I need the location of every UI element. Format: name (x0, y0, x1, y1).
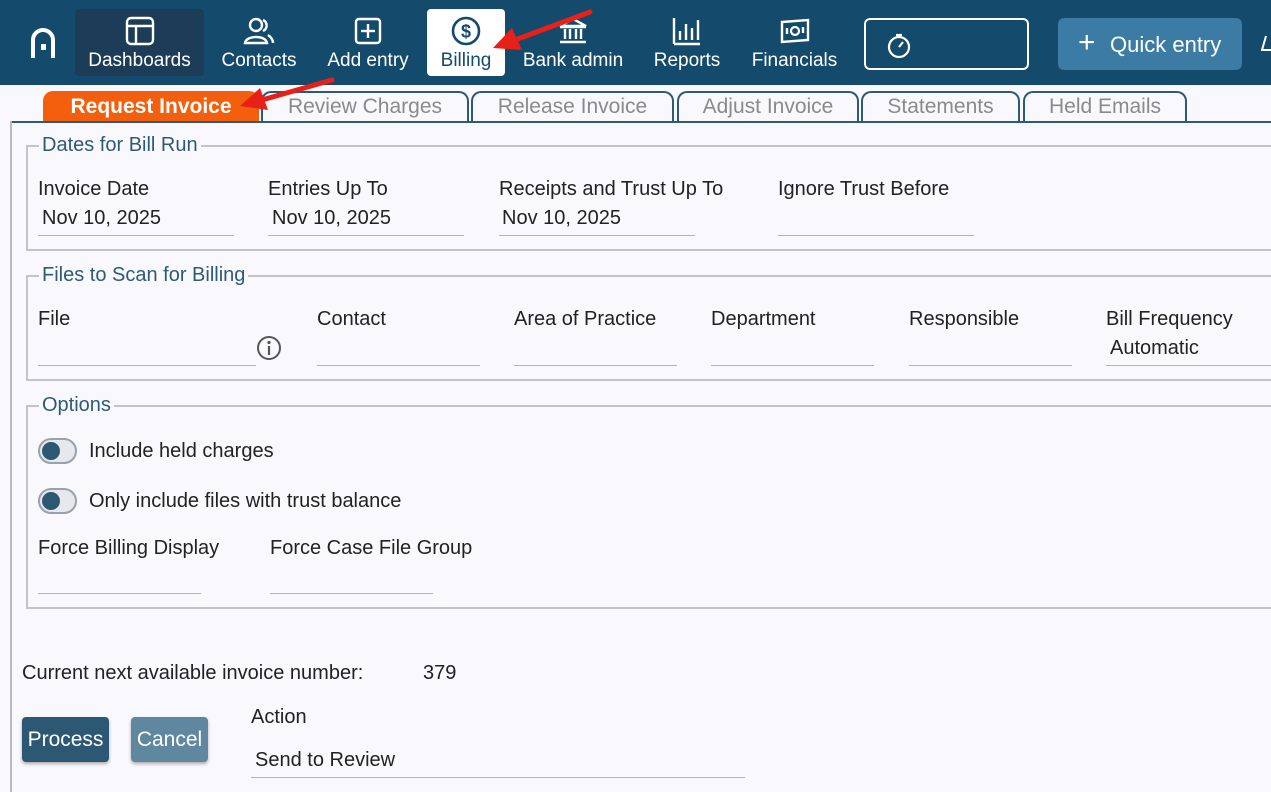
force-billing-display-label: Force Billing Display (38, 537, 220, 559)
nav-reports[interactable]: Reports (647, 9, 727, 76)
bill-frequency-field[interactable]: Automatic (1110, 337, 1199, 360)
toggle-knob (42, 492, 60, 510)
nav-add-entry[interactable]: Add entry (322, 9, 414, 76)
only-trust-balance-label: Only include files with trust balance (89, 490, 402, 512)
receipts-trust-up-to-label: Receipts and Trust Up To (499, 178, 724, 200)
field-underline (778, 235, 974, 236)
field-underline (38, 365, 256, 366)
department-label: Department (711, 308, 816, 330)
tab-adjust-invoice[interactable]: Adjust Invoice (677, 91, 859, 123)
tab-divider (10, 121, 1271, 123)
next-invoice-number: 379 (423, 662, 457, 684)
tab-request-invoice[interactable]: Request Invoice (43, 91, 259, 123)
ignore-trust-before-label: Ignore Trust Before (778, 178, 950, 200)
entries-up-to-field[interactable]: Nov 10, 2025 (272, 207, 391, 230)
field-underline (38, 235, 234, 236)
field-underline (270, 593, 433, 594)
invoice-date-field[interactable]: Nov 10, 2025 (42, 207, 161, 230)
field-underline (38, 593, 201, 594)
action-label: Action (251, 706, 307, 728)
bank-icon (559, 17, 587, 44)
quick-entry-button[interactable]: + Quick entry (1058, 18, 1242, 70)
field-underline (514, 365, 677, 366)
financials-icon (780, 18, 809, 44)
only-trust-balance-toggle[interactable] (38, 488, 77, 514)
invoice-date-label: Invoice Date (38, 178, 150, 200)
nav-label: Reports (653, 50, 721, 71)
entries-up-to-label: Entries Up To (268, 178, 388, 200)
process-button[interactable]: Process (22, 717, 109, 762)
nav-financials[interactable]: Financials (747, 9, 842, 76)
field-underline (251, 777, 745, 778)
nav-billing[interactable]: $ Billing (427, 9, 505, 76)
quick-entry-label: Quick entry (1110, 32, 1222, 57)
tab-release-invoice[interactable]: Release Invoice (471, 91, 674, 123)
contact-label: Contact (317, 308, 386, 330)
nav-label: Contacts (221, 50, 297, 71)
field-underline (711, 365, 874, 366)
nav-label: Bank admin (522, 50, 624, 71)
receipts-trust-up-to-field[interactable]: Nov 10, 2025 (502, 207, 621, 230)
area-of-practice-label: Area of Practice (514, 308, 657, 330)
field-underline (499, 235, 695, 236)
action-select[interactable]: Send to Review (255, 749, 395, 772)
responsible-label: Responsible (909, 308, 1020, 330)
add-entry-icon (354, 17, 382, 45)
dashboard-icon (125, 16, 154, 46)
field-underline (317, 365, 480, 366)
file-label: File (38, 308, 71, 330)
force-case-file-group-label: Force Case File Group (270, 537, 473, 559)
toggle-knob (42, 442, 60, 460)
billing-tabs: Request Invoice Review Charges Release I… (0, 85, 1271, 123)
info-icon[interactable] (256, 335, 282, 361)
field-underline (1106, 365, 1271, 366)
top-navigation-bar: Dashboards Contacts Add entry $ Billing (0, 0, 1271, 85)
cancel-button[interactable]: Cancel (131, 717, 208, 762)
svg-text:$: $ (461, 22, 471, 42)
next-invoice-label: Current next available invoice number: (22, 662, 364, 684)
tab-held-emails[interactable]: Held Emails (1023, 91, 1187, 123)
app-logo-icon[interactable] (28, 26, 58, 60)
nav-label: Financials (751, 50, 838, 71)
nav-label: Dashboards (88, 50, 191, 71)
contacts-icon (243, 17, 275, 45)
section-legend: Dates for Bill Run (39, 132, 201, 158)
nav-label: Billing (440, 50, 492, 71)
stopwatch-icon (887, 33, 911, 59)
notification-icon[interactable] (1261, 34, 1271, 54)
timer-widget[interactable] (864, 18, 1029, 70)
field-underline (268, 235, 464, 236)
section-legend: Options (39, 392, 114, 418)
nav-label: Add entry (327, 50, 409, 71)
reports-icon (672, 18, 700, 46)
nav-bank-admin[interactable]: Bank admin (518, 9, 628, 76)
include-held-charges-label: Include held charges (89, 440, 274, 462)
nav-dashboards[interactable]: Dashboards (75, 9, 204, 76)
billing-icon: $ (451, 16, 481, 46)
bill-frequency-label: Bill Frequency (1106, 308, 1233, 330)
tab-statements[interactable]: Statements (861, 91, 1020, 123)
plus-icon: + (1078, 26, 1096, 59)
include-held-charges-toggle[interactable] (38, 438, 77, 464)
panel-border (10, 121, 12, 792)
nav-contacts[interactable]: Contacts (214, 9, 304, 76)
tab-review-charges[interactable]: Review Charges (261, 91, 469, 123)
section-legend: Files to Scan for Billing (39, 262, 249, 288)
field-underline (909, 365, 1072, 366)
